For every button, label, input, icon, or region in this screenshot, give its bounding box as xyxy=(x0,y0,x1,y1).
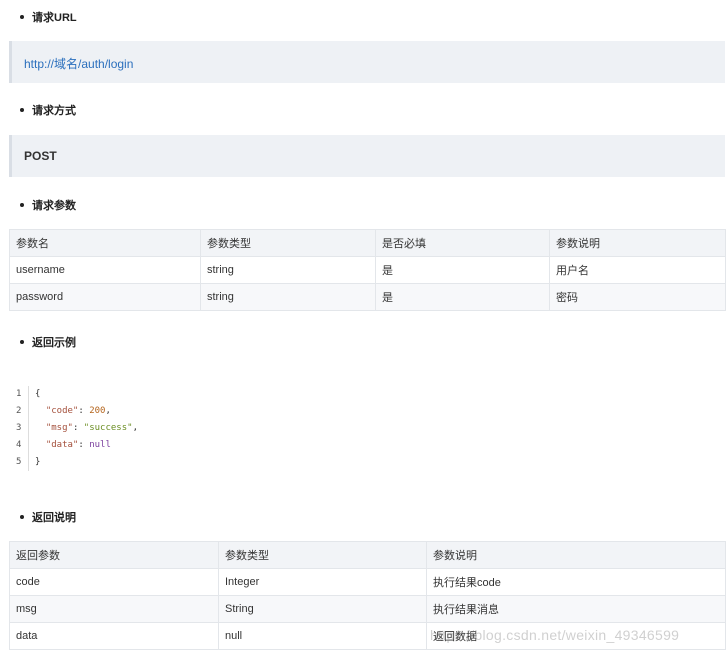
code-line: 3 "msg": "success", xyxy=(16,420,138,437)
table-cell: username xyxy=(9,256,201,284)
table-cell: 执行结果code xyxy=(426,568,726,596)
section-heading-url: 请求URL xyxy=(20,9,77,25)
table-cell: 密码 xyxy=(549,283,726,311)
table-header-cell: 参数类型 xyxy=(200,229,376,257)
table-cell: 用户名 xyxy=(549,256,726,284)
code-block: 1{ 2 "code": 200, 3 "msg": "success", 4 … xyxy=(16,386,138,471)
section-heading-response: 返回说明 xyxy=(20,509,76,525)
line-number: 2 xyxy=(16,406,22,416)
table-cell: code xyxy=(9,568,219,596)
table-header-cell: 返回参数 xyxy=(9,541,219,569)
table-cell: String xyxy=(218,595,427,623)
table-header-cell: 参数说明 xyxy=(426,541,726,569)
bullet-icon xyxy=(20,340,24,345)
code-line: 4 "data": null xyxy=(16,437,138,454)
table-cell: null xyxy=(218,622,427,650)
bullet-icon xyxy=(20,108,24,113)
table-header-cell: 参数类型 xyxy=(218,541,427,569)
line-number: 3 xyxy=(16,423,22,433)
url-link[interactable]: http://域名/auth/login xyxy=(24,55,133,72)
table-cell: Integer xyxy=(218,568,427,596)
url-box: http://域名/auth/login xyxy=(9,41,725,83)
table-cell: 是 xyxy=(375,283,550,311)
table-header-cell: 是否必填 xyxy=(375,229,550,257)
line-number: 5 xyxy=(16,457,22,467)
table-cell: 执行结果消息 xyxy=(426,595,726,623)
section-heading-params: 请求参数 xyxy=(20,197,76,213)
params-table: 参数名 参数类型 是否必填 参数说明 username string 是 用户名… xyxy=(9,229,726,311)
code-line: 1{ xyxy=(16,386,138,403)
table-cell: 是 xyxy=(375,256,550,284)
table-cell: string xyxy=(200,256,376,284)
bullet-icon xyxy=(20,203,24,208)
method-box: POST xyxy=(9,135,725,177)
table-header-cell: 参数名 xyxy=(9,229,201,257)
table-row: msg String 执行结果消息 xyxy=(9,595,726,623)
line-number: 4 xyxy=(16,440,22,450)
table-row: username string 是 用户名 xyxy=(9,256,726,284)
line-number: 1 xyxy=(16,389,22,399)
table-header-cell: 参数说明 xyxy=(549,229,726,257)
table-row: password string 是 密码 xyxy=(9,283,726,311)
table-header-row: 参数名 参数类型 是否必填 参数说明 xyxy=(9,229,726,257)
table-row: code Integer 执行结果code xyxy=(9,568,726,596)
table-cell: string xyxy=(200,283,376,311)
code-line: 5} xyxy=(16,454,138,471)
method-value: POST xyxy=(24,149,57,163)
table-cell: password xyxy=(9,283,201,311)
table-header-row: 返回参数 参数类型 参数说明 xyxy=(9,541,726,569)
watermark: https://blog.csdn.net/weixin_49346599 xyxy=(430,627,680,643)
section-heading-example: 返回示例 xyxy=(20,334,76,350)
section-heading-method: 请求方式 xyxy=(20,102,76,118)
code-line: 2 "code": 200, xyxy=(16,403,138,420)
bullet-icon xyxy=(20,15,24,20)
table-cell: msg xyxy=(9,595,219,623)
bullet-icon xyxy=(20,515,24,520)
table-cell: data xyxy=(9,622,219,650)
